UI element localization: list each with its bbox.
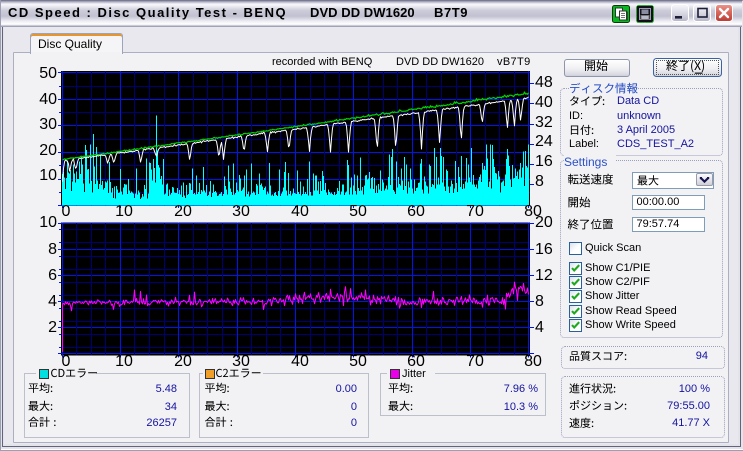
svg-text:50: 50 — [349, 353, 367, 370]
svg-text:2: 2 — [48, 319, 57, 336]
svg-text:40: 40 — [291, 203, 309, 220]
svg-text:10: 10 — [39, 214, 57, 231]
svg-text:50: 50 — [349, 203, 367, 220]
svg-text:80: 80 — [524, 353, 542, 370]
svg-text:40: 40 — [535, 94, 553, 111]
svg-text:40: 40 — [291, 353, 309, 370]
svg-text:20: 20 — [174, 353, 192, 370]
svg-text:16: 16 — [535, 241, 553, 258]
svg-text:70: 70 — [466, 353, 484, 370]
svg-text:10: 10 — [115, 353, 133, 370]
svg-text:20: 20 — [535, 214, 553, 231]
svg-text:24: 24 — [535, 133, 553, 150]
svg-text:20: 20 — [174, 203, 192, 220]
svg-text:10: 10 — [115, 203, 133, 220]
svg-text:8: 8 — [535, 293, 544, 310]
svg-text:10: 10 — [39, 167, 57, 184]
svg-text:70: 70 — [466, 203, 484, 220]
svg-text:20: 20 — [39, 142, 57, 159]
svg-text:40: 40 — [39, 91, 57, 108]
svg-text:4: 4 — [48, 293, 57, 310]
svg-text:32: 32 — [535, 114, 553, 131]
svg-text:8: 8 — [535, 173, 544, 190]
svg-text:0: 0 — [62, 203, 71, 220]
svg-text:4: 4 — [535, 319, 544, 336]
svg-text:48: 48 — [535, 74, 553, 91]
svg-text:30: 30 — [39, 116, 57, 133]
svg-text:16: 16 — [535, 153, 553, 170]
svg-text:12: 12 — [535, 267, 553, 284]
svg-text:50: 50 — [39, 65, 57, 82]
svg-text:8: 8 — [48, 241, 57, 258]
svg-text:6: 6 — [48, 267, 57, 284]
svg-text:30: 30 — [232, 203, 250, 220]
svg-text:60: 60 — [407, 203, 425, 220]
